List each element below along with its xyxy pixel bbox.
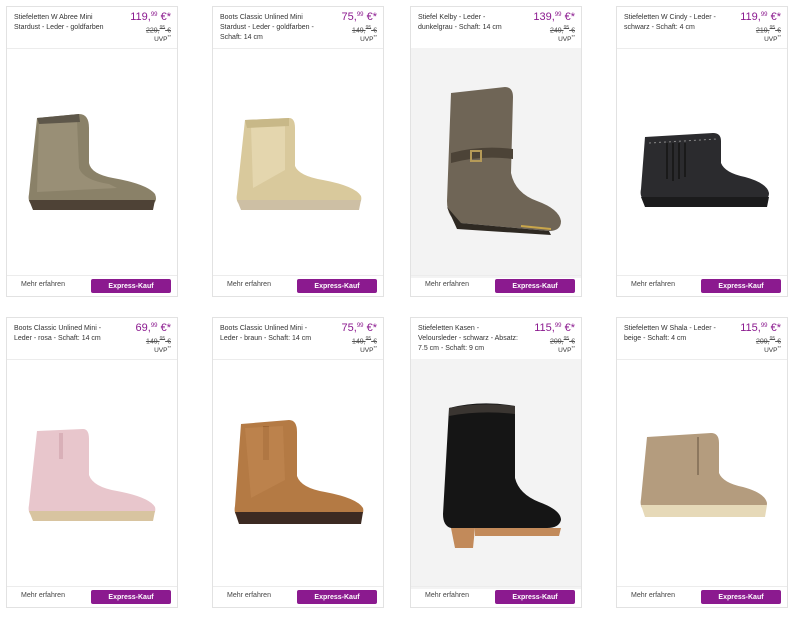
boot-image	[28, 114, 157, 210]
express-buy-button[interactable]: Express-Kauf	[701, 590, 781, 604]
boot-image	[234, 420, 364, 524]
product-card[interactable]: Boots Classic Unlined Mini - Leder - ros…	[6, 317, 178, 608]
express-buy-button[interactable]: Express-Kauf	[495, 590, 575, 604]
old-price: 209,95 €	[549, 336, 575, 346]
more-info-link[interactable]: Mehr erfahren	[21, 592, 65, 599]
uvp-label: UVP**	[360, 34, 377, 44]
product-footer: Mehr erfahren Express-Kauf	[213, 275, 383, 296]
product-footer: Mehr erfahren Express-Kauf	[7, 275, 177, 296]
product-card[interactable]: Stiefeletten W Shala - Leder - beige - S…	[616, 317, 788, 608]
product-footer: Mehr erfahren Express-Kauf	[213, 586, 383, 607]
product-footer: Mehr erfahren Express-Kauf	[7, 586, 177, 607]
uvp-label: UVP**	[764, 34, 781, 44]
uvp-label: UVP**	[154, 34, 171, 44]
product-header: Boots Classic Unlined Mini - Leder - ros…	[7, 318, 177, 360]
boot-image	[447, 87, 561, 235]
product-image[interactable]	[617, 48, 787, 278]
express-buy-button[interactable]: Express-Kauf	[91, 590, 171, 604]
express-buy-button[interactable]: Express-Kauf	[495, 279, 575, 293]
product-card[interactable]: Boots Classic Unlined Mini - Leder - bra…	[212, 317, 384, 608]
product-name[interactable]: Boots Classic Unlined Mini - Leder - ros…	[14, 324, 114, 344]
old-price: 249,95 €	[549, 25, 575, 35]
uvp-label: UVP**	[558, 34, 575, 44]
product-price: 75,99 €*	[341, 322, 377, 334]
more-info-link[interactable]: Mehr erfahren	[425, 592, 469, 599]
product-footer: Mehr erfahren Express-Kauf	[617, 586, 787, 607]
product-price: 75,99 €*	[341, 11, 377, 23]
product-price: 115,99 €*	[740, 322, 781, 334]
boot-image	[443, 403, 561, 548]
product-card[interactable]: Stiefel Kelby - Leder - dunkelgrau - Sch…	[410, 6, 582, 297]
product-price: 119,99 €*	[130, 11, 171, 23]
more-info-link[interactable]: Mehr erfahren	[425, 281, 469, 288]
old-price: 149,95 €	[351, 336, 377, 346]
product-footer: Mehr erfahren Express-Kauf	[411, 586, 581, 607]
product-header: Boots Classic Unlined Mini Stardust - Le…	[213, 7, 383, 49]
old-price: 209,95 €	[755, 336, 781, 346]
boot-image	[236, 118, 362, 210]
uvp-label: UVP**	[154, 345, 171, 355]
product-header: Stiefeletten W Abree Mini Stardust - Led…	[7, 7, 177, 49]
old-price: 219,95 €	[755, 25, 781, 35]
express-buy-button[interactable]: Express-Kauf	[701, 279, 781, 293]
product-name[interactable]: Stiefel Kelby - Leder - dunkelgrau - Sch…	[418, 13, 518, 33]
express-buy-button[interactable]: Express-Kauf	[91, 279, 171, 293]
more-info-link[interactable]: Mehr erfahren	[227, 281, 271, 288]
product-card[interactable]: Boots Classic Unlined Mini Stardust - Le…	[212, 6, 384, 297]
product-footer: Mehr erfahren Express-Kauf	[617, 275, 787, 296]
product-price: 69,99 €*	[135, 322, 171, 334]
product-image[interactable]	[411, 48, 581, 278]
boot-image	[640, 133, 769, 207]
old-price: 149,95 €	[351, 25, 377, 35]
product-header: Stiefeletten Kasen - Veloursleder - schw…	[411, 318, 581, 360]
product-header: Boots Classic Unlined Mini - Leder - bra…	[213, 318, 383, 360]
product-name[interactable]: Stiefeletten W Abree Mini Stardust - Led…	[14, 13, 114, 33]
express-buy-button[interactable]: Express-Kauf	[297, 279, 377, 293]
product-header: Stiefeletten W Cindy - Leder - schwarz -…	[617, 7, 787, 49]
product-footer: Mehr erfahren Express-Kauf	[411, 275, 581, 296]
old-price: 149,95 €	[145, 336, 171, 346]
product-card[interactable]: Stiefeletten Kasen - Veloursleder - schw…	[410, 317, 582, 608]
boot-image	[640, 433, 767, 517]
product-image[interactable]	[7, 48, 177, 278]
product-image[interactable]	[617, 359, 787, 589]
product-image[interactable]	[213, 48, 383, 278]
product-card[interactable]: Stiefeletten W Abree Mini Stardust - Led…	[6, 6, 178, 297]
old-price: 229,95 €	[145, 25, 171, 35]
product-image[interactable]	[411, 359, 581, 589]
product-header: Stiefeletten W Shala - Leder - beige - S…	[617, 318, 787, 360]
product-card[interactable]: Stiefeletten W Cindy - Leder - schwarz -…	[616, 6, 788, 297]
product-name[interactable]: Boots Classic Unlined Mini - Leder - bra…	[220, 324, 320, 344]
product-header: Stiefel Kelby - Leder - dunkelgrau - Sch…	[411, 7, 581, 49]
express-buy-button[interactable]: Express-Kauf	[297, 590, 377, 604]
more-info-link[interactable]: Mehr erfahren	[631, 281, 675, 288]
uvp-label: UVP**	[360, 345, 377, 355]
uvp-label: UVP**	[558, 345, 575, 355]
product-name[interactable]: Stiefeletten W Shala - Leder - beige - S…	[624, 324, 724, 344]
product-image[interactable]	[7, 359, 177, 589]
more-info-link[interactable]: Mehr erfahren	[227, 592, 271, 599]
product-price: 115,99 €*	[534, 322, 575, 334]
more-info-link[interactable]: Mehr erfahren	[21, 281, 65, 288]
product-name[interactable]: Stiefeletten Kasen - Veloursleder - schw…	[418, 324, 518, 354]
product-name[interactable]: Boots Classic Unlined Mini Stardust - Le…	[220, 13, 320, 43]
product-image[interactable]	[213, 359, 383, 589]
product-name[interactable]: Stiefeletten W Cindy - Leder - schwarz -…	[624, 13, 724, 33]
product-price: 139,99 €*	[533, 11, 575, 23]
product-price: 119,99 €*	[740, 11, 781, 23]
boot-image	[28, 429, 156, 521]
more-info-link[interactable]: Mehr erfahren	[631, 592, 675, 599]
uvp-label: UVP**	[764, 345, 781, 355]
